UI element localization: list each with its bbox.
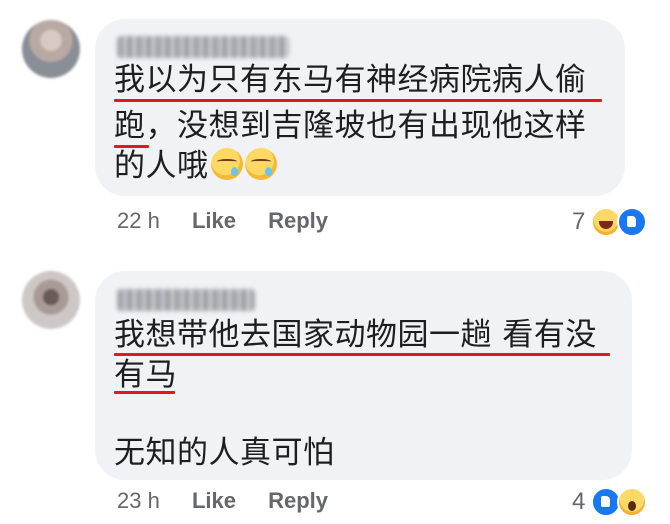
commenter-avatar[interactable]: [22, 20, 80, 78]
like-reaction-icon: [617, 207, 648, 237]
sad-relieved-face-icon: [244, 148, 277, 180]
wow-reaction-icon: [617, 487, 648, 517]
comment-meta: 22 h Like Reply: [117, 208, 328, 234]
comment-meta: 23 h Like Reply: [117, 488, 328, 514]
reply-button[interactable]: Reply: [268, 208, 328, 233]
commenter-avatar[interactable]: [22, 271, 80, 329]
commenter-name-blurred[interactable]: [117, 289, 255, 311]
comment-text-line-with-emoji: 的人哦: [114, 143, 277, 189]
comment-text: 的人哦: [114, 148, 209, 184]
like-button[interactable]: Like: [192, 208, 236, 233]
reaction-count: 7: [572, 208, 586, 235]
like-button[interactable]: Like: [192, 488, 236, 513]
comment-timestamp[interactable]: 22 h: [117, 208, 160, 233]
highlight-underline: [114, 391, 175, 394]
commenter-name-blurred[interactable]: [117, 36, 289, 58]
sad-relieved-face-icon: [210, 148, 243, 180]
comment-timestamp[interactable]: 23 h: [117, 488, 160, 513]
comment-text-line: 无知的人真可怕: [114, 435, 335, 471]
highlight-underline: [114, 99, 602, 102]
highlight-underline: [114, 353, 610, 356]
reaction-summary[interactable]: 7: [572, 207, 648, 237]
reply-button[interactable]: Reply: [268, 488, 328, 513]
comment-text-line: 我想带他去国家动物园一趟 看有没: [114, 317, 597, 353]
comment-text-line: 我以为只有东马有神经病院病人偷: [114, 62, 587, 98]
reaction-summary[interactable]: 4: [572, 487, 648, 517]
reaction-count: 4: [572, 488, 586, 515]
